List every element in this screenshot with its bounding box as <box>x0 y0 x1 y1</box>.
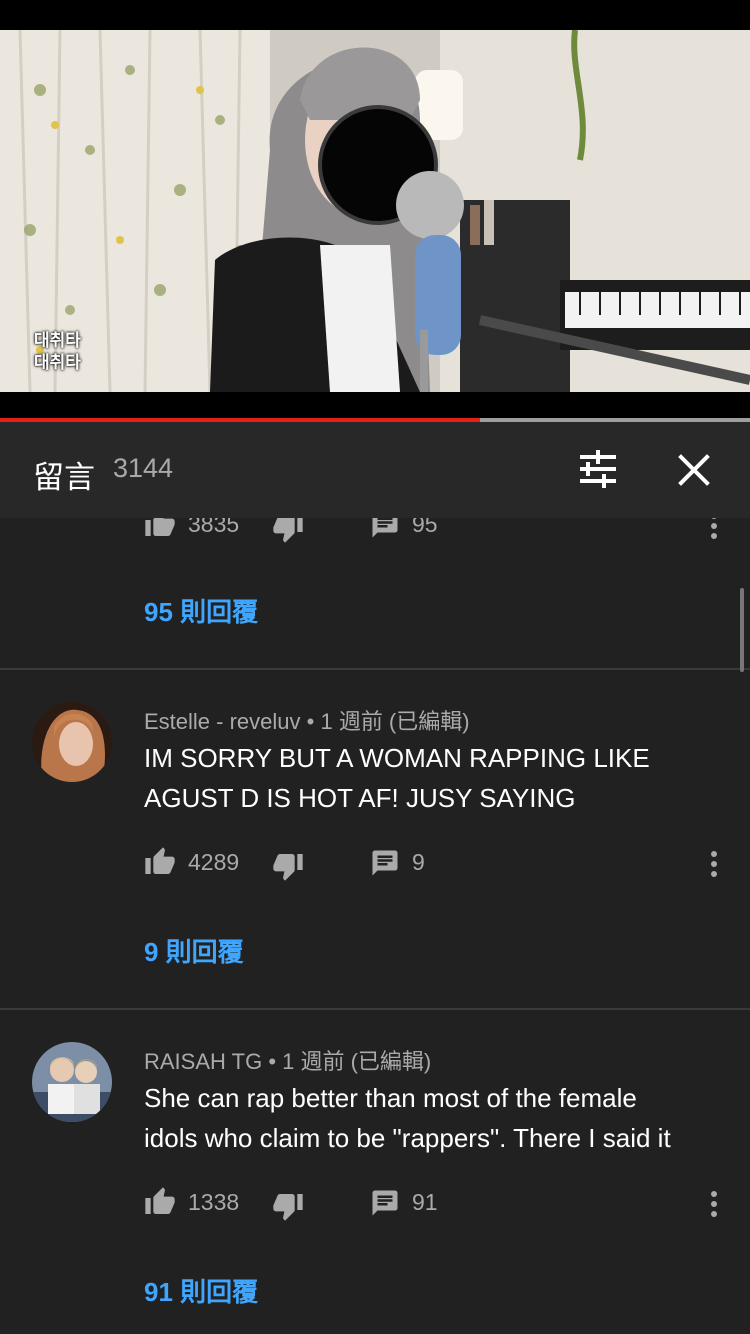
comment-time: 1 週前 (已編輯) <box>320 709 470 734</box>
divider <box>0 668 750 670</box>
thumbs-down-icon[interactable] <box>272 518 304 544</box>
more-options-icon[interactable] <box>704 518 724 542</box>
divider <box>0 1008 750 1010</box>
like-count: 4289 <box>188 849 240 875</box>
comment-text-line: She can rap better than most of the fema… <box>144 1083 637 1113</box>
view-replies-link[interactable]: 95 則回覆 <box>144 592 258 629</box>
comment-text-line: IM SORRY BUT A WOMAN RAPPING LIKE <box>144 743 650 773</box>
sort-comments-button[interactable] <box>572 446 624 494</box>
subtitle-line: 대취타 <box>34 353 81 372</box>
comment-text-line: idols who claim to be "rappers". There I… <box>144 1123 671 1153</box>
comment-actions: 4289 9 <box>144 844 734 884</box>
view-replies-link[interactable]: 9 則回覆 <box>144 932 244 969</box>
reply-comment-icon[interactable] <box>370 1188 400 1218</box>
comments-list[interactable]: 3835 95 95 則回覆 Estelle - reveluv • 1 週前 … <box>0 518 750 1334</box>
thumbs-up-icon[interactable] <box>144 1186 176 1218</box>
more-options-icon[interactable] <box>704 848 724 880</box>
comment-time: 1 週前 (已編輯) <box>282 1049 432 1074</box>
comment-author[interactable]: RAISAH TG <box>144 1049 262 1074</box>
comment-text: IM SORRY BUT A WOMAN RAPPING LIKE AGUST … <box>144 738 724 818</box>
like-count: 3835 <box>188 518 240 537</box>
reply-comment-icon[interactable] <box>370 848 400 878</box>
comments-title: 留言 <box>33 460 95 495</box>
avatar-image <box>32 702 112 782</box>
reply-count: 9 <box>412 849 425 875</box>
comment-author[interactable]: Estelle - reveluv <box>144 709 301 734</box>
close-icon <box>678 454 710 486</box>
comment-meta: RAISAH TG • 1 週前 (已編輯) <box>144 1044 431 1076</box>
reply-comment-icon[interactable] <box>370 518 400 540</box>
avatar[interactable] <box>32 702 112 782</box>
reply-count: 91 <box>412 1189 438 1215</box>
comment-actions: 3835 95 <box>144 518 734 546</box>
comment-text: She can rap better than most of the fema… <box>144 1078 724 1158</box>
thumbs-down-icon[interactable] <box>272 1190 304 1222</box>
meta-separator: • <box>306 709 315 734</box>
close-comments-button[interactable] <box>668 446 720 494</box>
video-frame <box>0 30 750 392</box>
meta-separator: • <box>268 1049 277 1074</box>
view-replies-link[interactable]: 91 則回覆 <box>144 1272 258 1309</box>
thumbs-up-icon[interactable] <box>144 518 176 540</box>
comments-count: 3144 <box>113 453 174 483</box>
video-letterbox <box>0 392 750 418</box>
thumbs-up-icon[interactable] <box>144 846 176 878</box>
tune-icon <box>580 450 616 488</box>
thumbs-down-icon[interactable] <box>272 850 304 882</box>
like-count: 1338 <box>188 1189 240 1215</box>
comment-text-line: AGUST D IS HOT AF! JUSY SAYING <box>144 783 576 813</box>
comment-actions: 1338 91 <box>144 1184 734 1224</box>
avatar-image <box>32 1042 112 1122</box>
comment-meta: Estelle - reveluv • 1 週前 (已編輯) <box>144 704 470 736</box>
comments-header: 留言 3144 <box>0 422 750 518</box>
more-options-icon[interactable] <box>704 1188 724 1220</box>
video-subtitle: 대취타 대취타 <box>34 330 81 374</box>
video-player[interactable]: 대취타 대취타 <box>0 30 750 392</box>
reply-count: 95 <box>412 518 438 537</box>
avatar[interactable] <box>32 1042 112 1122</box>
status-bar <box>0 0 750 30</box>
scrollbar-thumb[interactable] <box>740 588 744 672</box>
subtitle-line: 대취타 <box>34 331 81 350</box>
